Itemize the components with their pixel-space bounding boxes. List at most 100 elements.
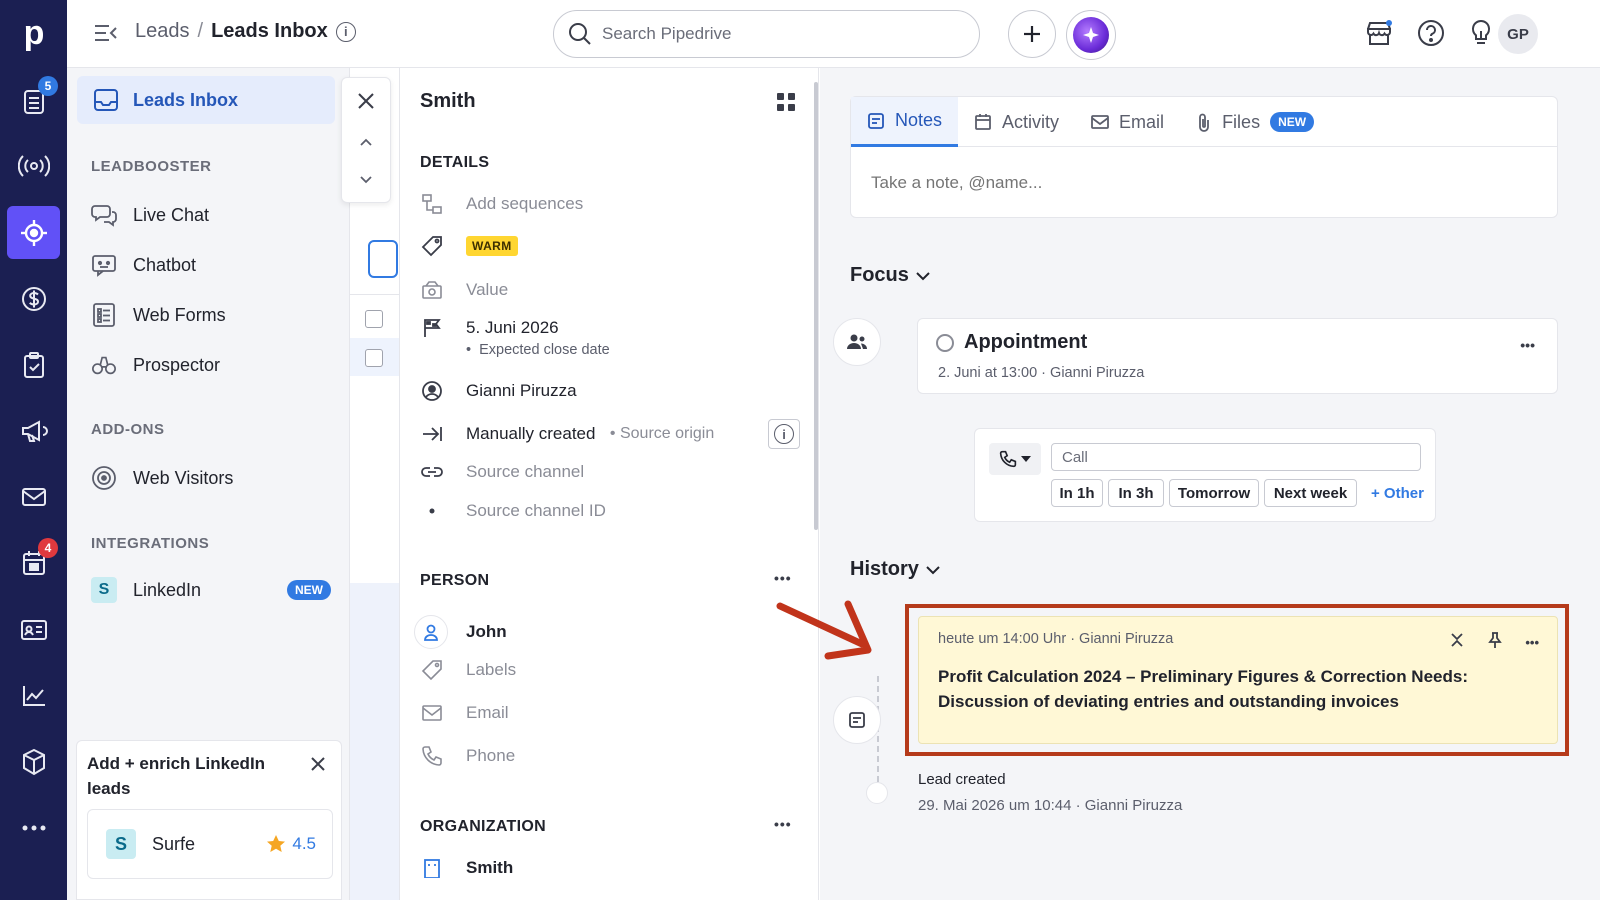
sidebar-item-linkedin[interactable]: S LinkedIn NEW (91, 577, 331, 603)
tips-lightbulb-icon[interactable] (1466, 18, 1496, 48)
info-button[interactable]: i (768, 419, 800, 449)
sidebar-item-web-visitors[interactable]: Web Visitors (91, 465, 233, 491)
lead-created-title: Lead created (918, 771, 1006, 788)
close-date-row[interactable]: 5. Juni 2026 (420, 316, 559, 340)
person-name: John (466, 622, 507, 641)
marketplace-store-icon[interactable] (1364, 18, 1394, 48)
more-icon[interactable]: ••• (774, 816, 794, 832)
quick-other-link[interactable]: + Other (1371, 479, 1424, 507)
breadcrumb-leads[interactable]: Leads (135, 20, 190, 43)
deals-dollar-icon[interactable] (7, 272, 60, 325)
pin-icon[interactable] (1487, 631, 1503, 654)
more-icon[interactable]: ••• (774, 570, 794, 586)
more-icon[interactable] (7, 801, 60, 854)
sidebar-item-prospector[interactable]: Prospector (91, 352, 220, 378)
close-icon[interactable] (357, 92, 375, 115)
tab-notes[interactable]: Notes (851, 97, 959, 147)
add-sequences-row[interactable]: Add sequences (420, 192, 583, 216)
history-note-card[interactable]: heute um 14:00 Uhr · Gianni Piruzza ••• … (918, 616, 1558, 744)
sidebar-item-label: Live Chat (133, 204, 210, 225)
composer-tabs: Notes Activity Email Files NEW (851, 97, 1557, 147)
quick-in-1h-button[interactable]: In 1h (1051, 479, 1103, 507)
add-sequences-label: Add sequences (466, 194, 584, 213)
list-action-button[interactable] (368, 240, 398, 278)
email-icon (1091, 115, 1109, 129)
close-date: 5. Juni 2026 (466, 318, 559, 337)
caret-down-icon (1021, 456, 1031, 462)
note-meta: heute um 14:00 Uhr · Gianni Piruzza (938, 631, 1174, 647)
row-checkbox[interactable] (365, 349, 383, 367)
campaigns-radio-icon[interactable] (7, 139, 60, 192)
user-avatar[interactable]: GP (1498, 14, 1538, 54)
collapse-icon[interactable] (1449, 632, 1465, 653)
products-box-icon[interactable] (7, 735, 60, 788)
mail-icon[interactable] (7, 470, 60, 523)
appointment-card[interactable]: Appointment 2. Juni at 13:00 · Gianni Pi… (917, 318, 1558, 394)
surfe-app-card[interactable]: S Surfe 4.5 (87, 809, 333, 879)
complete-radio[interactable] (936, 333, 954, 352)
help-icon[interactable] (1416, 18, 1446, 48)
search-input[interactable] (602, 24, 942, 44)
chevron-up-icon[interactable] (359, 134, 373, 152)
tab-activity[interactable]: Activity (958, 97, 1075, 147)
insights-chart-icon[interactable] (7, 669, 60, 722)
calendar-icon[interactable]: 4 (7, 536, 60, 589)
activities-clipboard-icon[interactable] (7, 338, 60, 391)
person-phone-row[interactable]: Phone (420, 744, 515, 768)
tab-files[interactable]: Files NEW (1180, 97, 1330, 147)
quick-tomorrow-button[interactable]: Tomorrow (1169, 479, 1259, 507)
quick-add-button[interactable] (1008, 10, 1056, 58)
row-checkbox[interactable] (365, 310, 383, 328)
person-labels: Labels (466, 660, 517, 679)
organization-row[interactable]: Smith (420, 858, 513, 878)
sidebar-item-web-forms[interactable]: Web Forms (91, 302, 226, 328)
person-email-row[interactable]: Email (420, 701, 509, 725)
quick-next-week-button[interactable]: Next week (1264, 479, 1357, 507)
tab-email[interactable]: Email (1075, 97, 1180, 147)
contacts-card-icon[interactable] (7, 603, 60, 656)
campaigns-megaphone-icon[interactable] (7, 404, 60, 457)
quick-in-3h-button[interactable]: In 3h (1108, 479, 1164, 507)
activity-type-select[interactable] (989, 443, 1041, 475)
star-icon (267, 835, 286, 852)
page-title: Leads Inbox (211, 20, 328, 42)
inbox-icon (94, 89, 118, 111)
person-name-row[interactable]: John (414, 615, 507, 649)
lead-title[interactable]: Smith (420, 90, 476, 113)
history-heading[interactable]: History (850, 558, 941, 581)
sidebar-item-chatbot[interactable]: Chatbot (91, 252, 196, 278)
leads-nav-icon[interactable]: 5 (7, 74, 60, 127)
person-heading: PERSON (420, 572, 490, 589)
source-channel-id-row[interactable]: Source channel ID (420, 499, 606, 523)
owner-row[interactable]: Gianni Piruzza (420, 379, 577, 403)
value-row[interactable]: Value (420, 278, 508, 302)
grid-icon[interactable] (776, 92, 796, 112)
phone-call-icon (999, 450, 1017, 468)
sidebar-item-label: Web Visitors (133, 467, 234, 488)
sparkle-icon (1073, 17, 1109, 53)
sidebar-item-leads-inbox[interactable]: Leads Inbox (77, 76, 335, 124)
note-input[interactable] (871, 173, 1531, 193)
leadbooster-target-icon[interactable] (7, 206, 60, 259)
activity-subject-input[interactable] (1051, 443, 1421, 471)
source-arrow-icon (420, 422, 444, 446)
promo-title: Add + enrich LinkedIn leads (87, 754, 266, 798)
labels-row[interactable]: WARM (420, 234, 518, 258)
sidebar-item-live-chat[interactable]: Live Chat (91, 202, 209, 228)
chevron-down-icon[interactable] (359, 172, 373, 190)
person-labels-row[interactable]: Labels (420, 658, 516, 682)
search-box[interactable] (553, 10, 980, 58)
source-channel-row[interactable]: Source channel (420, 460, 584, 484)
info-icon[interactable]: i (335, 21, 356, 42)
close-icon[interactable] (309, 755, 329, 775)
ai-assistant-button[interactable] (1066, 10, 1116, 60)
more-icon[interactable]: ••• (1520, 337, 1535, 353)
warm-label[interactable]: WARM (466, 236, 518, 256)
scrollbar[interactable] (814, 82, 818, 530)
source-origin-row[interactable]: Manually created • Source origin i (420, 419, 800, 449)
top-bar: Leads / Leads Inbox i GP (67, 0, 1600, 68)
pipedrive-logo[interactable]: p (16, 14, 52, 52)
collapse-menu-icon[interactable] (93, 22, 119, 46)
focus-heading[interactable]: Focus (850, 264, 931, 287)
more-icon[interactable]: ••• (1525, 635, 1539, 650)
